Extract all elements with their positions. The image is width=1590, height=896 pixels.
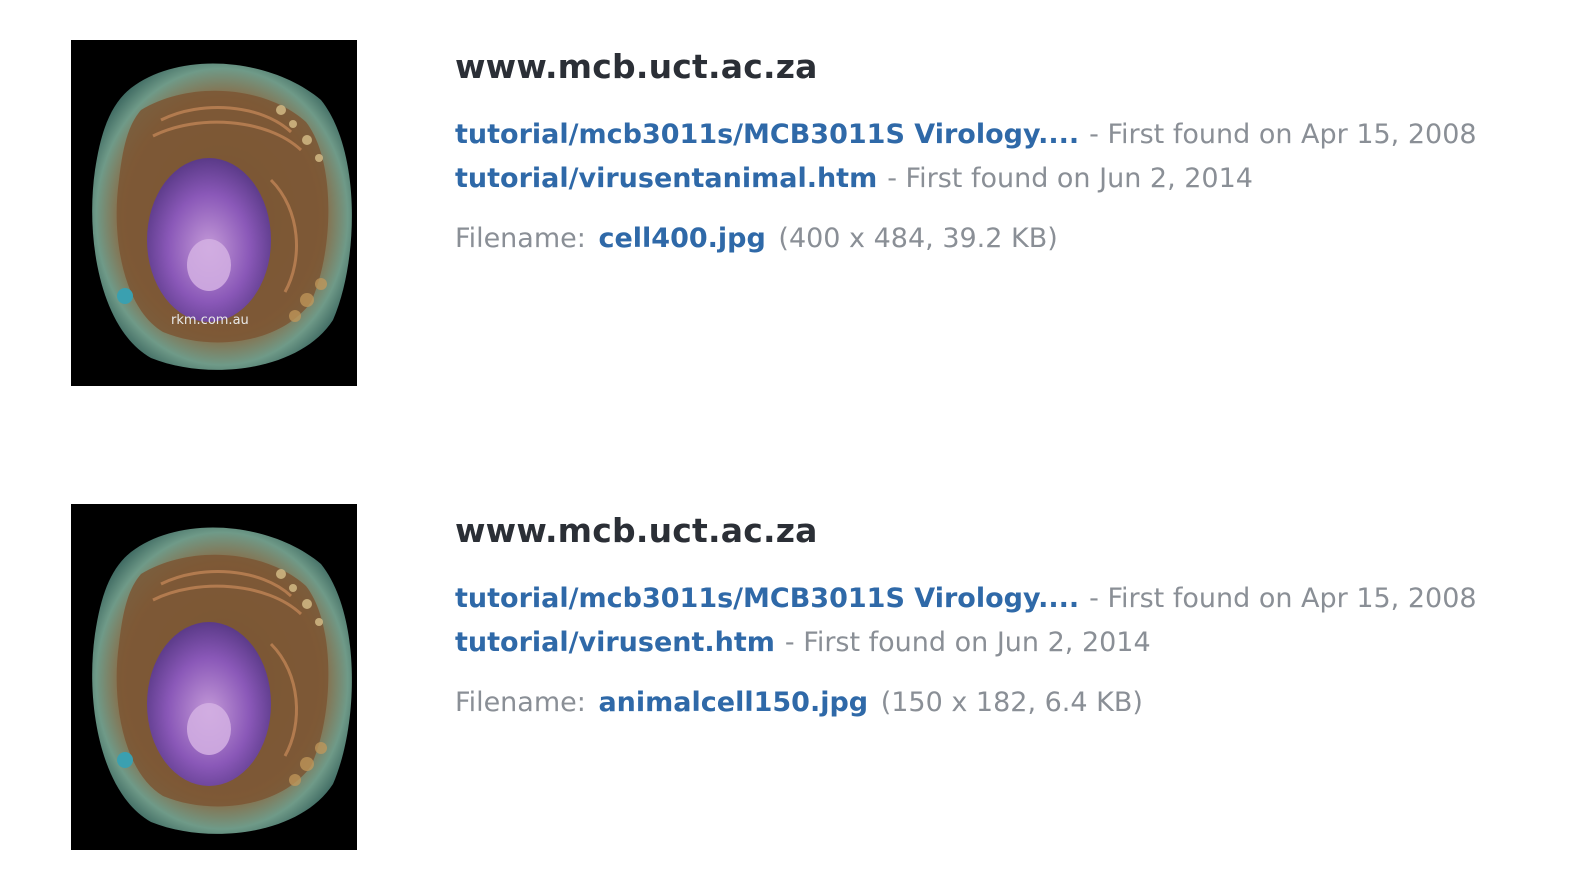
watermark-text: rkm.com.au xyxy=(171,313,249,328)
filename-label: Filename: xyxy=(455,223,586,254)
backlink-url[interactable]: tutorial/virusent.htm xyxy=(455,627,775,658)
first-found-text: - First found on Jun 2, 2014 xyxy=(784,627,1151,658)
backlink-url[interactable]: tutorial/virusentanimal.htm xyxy=(455,163,877,194)
result-domain: www.mcb.uct.ac.za xyxy=(455,47,818,86)
backlink-item: tutorial/virusent.htm - First found on Ju… xyxy=(455,621,1545,665)
backlink-url[interactable]: tutorial/mcb3011s/MCB3011S Virology.... xyxy=(455,583,1079,614)
backlink-list: tutorial/mcb3011s/MCB3011S Virology.... -… xyxy=(455,577,1545,665)
filename-line: Filename: cell400.jpg (400 x 484, 39.2 K… xyxy=(455,223,1545,254)
result-info: www.mcb.uct.ac.za tutorial/mcb3011s/MCB3… xyxy=(455,40,1545,254)
result-item: rkm.com.au www.mcb.uct.ac.za tutorial/mc… xyxy=(71,40,1551,390)
filename-line: Filename: animalcell150.jpg (150 x 182, … xyxy=(455,687,1545,718)
backlink-list: tutorial/mcb3011s/MCB3011S Virology.... -… xyxy=(455,113,1545,201)
backlink-item: tutorial/mcb3011s/MCB3011S Virology.... -… xyxy=(455,577,1545,621)
results-list: rkm.com.au www.mcb.uct.ac.za tutorial/mc… xyxy=(0,0,1590,896)
first-found-text: - First found on Apr 15, 2008 xyxy=(1089,583,1477,614)
cell-image: rkm.com.au xyxy=(92,63,352,370)
filename-label: Filename: xyxy=(455,687,586,718)
backlink-item: tutorial/mcb3011s/MCB3011S Virology.... -… xyxy=(455,113,1545,157)
backlink-url[interactable]: tutorial/mcb3011s/MCB3011S Virology.... xyxy=(455,119,1079,150)
backlink-item: tutorial/virusentanimal.htm - First found… xyxy=(455,157,1545,201)
filename-link[interactable]: animalcell150.jpg xyxy=(598,687,868,718)
file-info: (150 x 182, 6.4 KB) xyxy=(880,687,1143,718)
result-info: www.mcb.uct.ac.za tutorial/mcb3011s/MCB3… xyxy=(455,504,1545,718)
cell-image xyxy=(92,527,352,834)
first-found-text: - First found on Apr 15, 2008 xyxy=(1089,119,1477,150)
filename-link[interactable]: cell400.jpg xyxy=(598,223,765,254)
file-info: (400 x 484, 39.2 KB) xyxy=(778,223,1058,254)
result-thumbnail[interactable] xyxy=(71,504,357,850)
result-domain: www.mcb.uct.ac.za xyxy=(455,511,818,550)
result-thumbnail[interactable]: rkm.com.au xyxy=(71,40,357,386)
first-found-text: - First found on Jun 2, 2014 xyxy=(887,163,1253,194)
result-item: www.mcb.uct.ac.za tutorial/mcb3011s/MCB3… xyxy=(71,504,1551,854)
